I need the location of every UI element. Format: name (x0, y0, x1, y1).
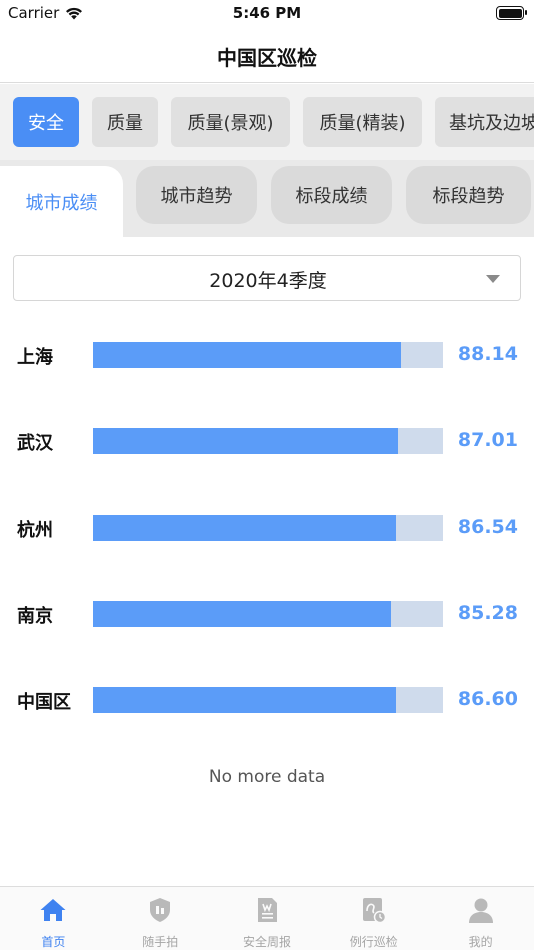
inspection-icon (362, 898, 387, 923)
category-tab-label: 安全 (28, 113, 64, 134)
score-bar-track (93, 428, 443, 454)
category-tab-quality-decoration[interactable]: 质量(精装) (303, 97, 422, 147)
tab-label: 随手拍 (142, 935, 179, 949)
home-icon (40, 899, 66, 921)
report-icon (257, 898, 277, 922)
score-bar-track (93, 342, 443, 368)
score-bar (93, 428, 398, 454)
score-row-label: 中国区 (17, 692, 71, 713)
subtab-city-trend[interactable]: 城市趋势 (136, 166, 257, 224)
score-value: 88.14 (457, 343, 518, 365)
score-row: 武汉 87.01 (0, 427, 534, 457)
score-row: 南京 85.28 (0, 600, 534, 630)
status-bar: Carrier 5:46 PM (0, 0, 534, 30)
nav-bar: 中国区巡检 (0, 30, 534, 83)
score-row-label: 武汉 (17, 433, 53, 454)
category-tab-quality[interactable]: 质量 (92, 97, 158, 147)
score-value: 86.60 (457, 688, 518, 710)
tab-profile[interactable]: 我的 (427, 887, 534, 950)
score-bar-track (93, 515, 443, 541)
subtab-section-scores[interactable]: 标段成绩 (271, 166, 392, 224)
score-subtabs: 城市成绩 城市趋势 标段成绩 标段趋势 (0, 160, 534, 237)
subtab-label: 标段趋势 (432, 186, 505, 207)
person-icon (468, 898, 493, 923)
subtab-city-scores[interactable]: 城市成绩 (0, 166, 123, 237)
chevron-down-icon (486, 275, 500, 283)
score-row-label: 杭州 (17, 520, 53, 541)
category-tab-label: 质量 (107, 113, 143, 134)
bottom-tab-bar: 首页 随手拍 安全周报 例行巡检 我的 (0, 886, 534, 950)
shield-icon (150, 898, 171, 922)
category-tab-label: 基坑及边坡 (449, 113, 534, 134)
score-value: 87.01 (457, 429, 518, 451)
status-time: 5:46 PM (232, 4, 302, 22)
tab-label: 例行巡检 (349, 935, 398, 949)
score-value: 85.28 (457, 602, 518, 624)
score-bar (93, 601, 392, 627)
battery-icon (496, 6, 527, 20)
no-more-data-label: No more data (208, 767, 326, 787)
period-select[interactable]: 2020年4季度 (13, 255, 521, 301)
category-tab-foundation-pit[interactable]: 基坑及边坡 (435, 97, 534, 147)
score-bar (93, 342, 402, 368)
score-value: 86.54 (457, 516, 518, 538)
tab-label: 首页 (41, 935, 66, 949)
score-row: 杭州 86.54 (0, 514, 534, 544)
tab-label: 安全周报 (242, 935, 291, 949)
tab-snapshot[interactable]: 随手拍 (107, 887, 214, 950)
category-tab-label: 质量(景观) (187, 113, 274, 134)
category-tab-label: 质量(精装) (319, 113, 406, 134)
subtab-section-trend[interactable]: 标段趋势 (406, 166, 531, 224)
tab-home[interactable]: 首页 (0, 887, 107, 950)
score-row: 中国区 86.60 (0, 686, 534, 716)
subtab-label: 标段成绩 (295, 186, 368, 207)
subtab-label: 城市成绩 (25, 192, 98, 214)
period-value: 2020年4季度 (209, 270, 327, 292)
category-tab-quality-landscape[interactable]: 质量(景观) (171, 97, 290, 147)
score-bar-track (93, 687, 443, 713)
category-tab-safety[interactable]: 安全 (13, 97, 79, 147)
tab-label: 我的 (468, 935, 493, 949)
subtab-label: 城市趋势 (160, 186, 233, 207)
score-row-label: 南京 (17, 606, 53, 627)
score-row: 上海 88.14 (0, 341, 534, 371)
tab-routine-inspection[interactable]: 例行巡检 (320, 887, 427, 950)
score-bar (93, 515, 396, 541)
score-bar (93, 687, 397, 713)
score-row-label: 上海 (17, 347, 53, 368)
category-tabs: 安全 质量 质量(景观) 质量(精装) 基坑及边坡 (0, 84, 534, 160)
score-bar-track (93, 601, 443, 627)
tab-weekly-report[interactable]: 安全周报 (214, 887, 321, 950)
page-title: 中国区巡检 (217, 46, 317, 70)
